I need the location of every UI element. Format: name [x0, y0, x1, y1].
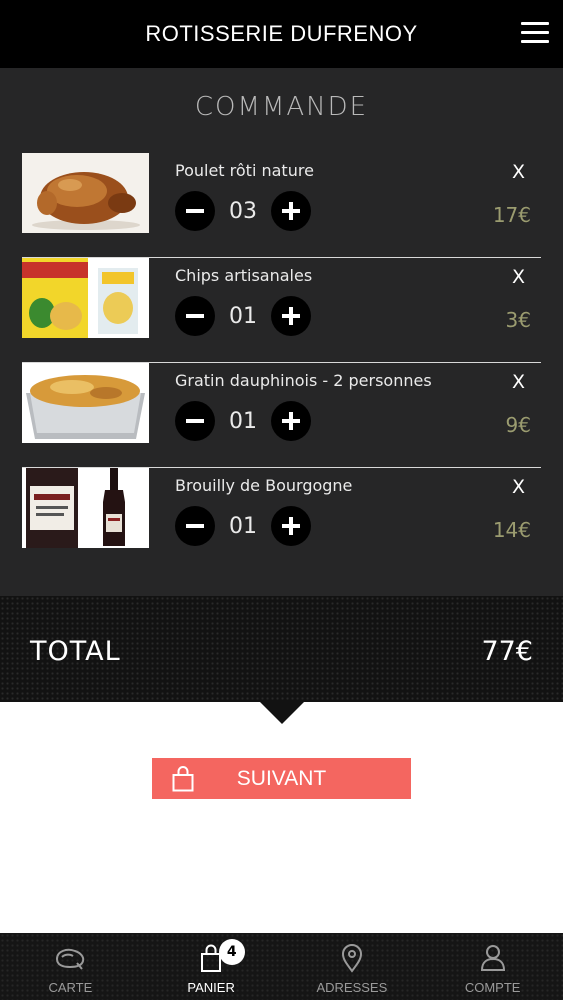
order-item: Chips artisanales 01 X 3€	[0, 258, 563, 363]
remove-item-button[interactable]: X	[512, 161, 525, 183]
quantity-stepper: 01	[175, 296, 311, 336]
item-quantity: 01	[229, 408, 257, 434]
product-image-roast-chicken	[22, 153, 149, 233]
product-image-wine-bottles	[22, 468, 149, 548]
item-name: Poulet rôti nature	[175, 161, 314, 180]
tab-label: CARTE	[48, 980, 93, 995]
decrease-quantity-button[interactable]	[175, 296, 215, 336]
decrease-quantity-button[interactable]	[175, 401, 215, 441]
tab-carte[interactable]: CARTE	[0, 933, 141, 1000]
item-quantity: 01	[229, 513, 257, 539]
order-heading: COMMANDE	[194, 92, 369, 122]
decrease-quantity-button[interactable]	[175, 506, 215, 546]
shopping-bag-icon	[172, 765, 194, 791]
order-total-bar: TOTAL 77€	[0, 596, 563, 702]
increase-quantity-button[interactable]	[271, 401, 311, 441]
item-quantity: 01	[229, 303, 257, 329]
tab-label: PANIER	[187, 980, 235, 995]
tab-compte[interactable]: COMPTE	[422, 933, 563, 1000]
total-value: 77€	[481, 636, 533, 667]
order-item: Gratin dauphinois - 2 personnes 01 X 9€	[0, 363, 563, 468]
cart-count-badge: 4	[218, 939, 245, 965]
order-item: Poulet rôti nature 03 X 17€	[0, 153, 563, 258]
quantity-stepper: 01	[175, 401, 311, 441]
next-button[interactable]: SUIVANT	[152, 758, 411, 799]
order-item-list: Poulet rôti nature 03 X 17€ Chips artisa…	[0, 153, 563, 573]
order-item: Brouilly de Bourgogne 01 X 14€	[0, 468, 563, 573]
increase-quantity-button[interactable]	[271, 296, 311, 336]
total-label: TOTAL	[30, 636, 121, 667]
tab-adresses[interactable]: ADRESSES	[282, 933, 423, 1000]
remove-item-button[interactable]: X	[512, 371, 525, 393]
hamburger-menu-icon[interactable]	[521, 22, 549, 44]
item-price: 3€	[505, 308, 531, 332]
item-price: 9€	[505, 413, 531, 437]
user-icon	[480, 945, 505, 971]
item-name: Brouilly de Bourgogne	[175, 476, 353, 495]
next-button-label: SUIVANT	[236, 766, 327, 790]
increase-quantity-button[interactable]	[271, 191, 311, 231]
bottom-tab-bar: CARTE 4 PANIER ADRESSES COMPTE	[0, 933, 563, 1000]
tab-label: ADRESSES	[316, 980, 388, 995]
quantity-stepper: 01	[175, 506, 311, 546]
app-header: ROTISSERIE DUFRENOY	[0, 0, 563, 68]
item-price: 14€	[492, 518, 531, 542]
order-panel: COMMANDE Poulet rôti nature 03 X 17€ Chi…	[0, 68, 563, 596]
tab-panier[interactable]: 4 PANIER	[141, 933, 282, 1000]
item-quantity: 03	[229, 198, 257, 224]
decrease-quantity-button[interactable]	[175, 191, 215, 231]
location-pin-icon	[341, 944, 362, 973]
app-title: ROTISSERIE DUFRENOY	[145, 21, 418, 46]
remove-item-button[interactable]: X	[512, 266, 525, 288]
item-name: Gratin dauphinois - 2 personnes	[175, 371, 432, 390]
quantity-stepper: 03	[175, 191, 311, 231]
down-pointer-arrow	[260, 702, 304, 724]
chicken-icon	[56, 948, 85, 970]
remove-item-button[interactable]: X	[512, 476, 525, 498]
increase-quantity-button[interactable]	[271, 506, 311, 546]
item-name: Chips artisanales	[175, 266, 313, 285]
product-image-gratin-tray	[22, 363, 149, 443]
item-price: 17€	[492, 203, 531, 227]
product-image-chips-bags	[22, 258, 149, 338]
tab-label: COMPTE	[464, 980, 521, 995]
